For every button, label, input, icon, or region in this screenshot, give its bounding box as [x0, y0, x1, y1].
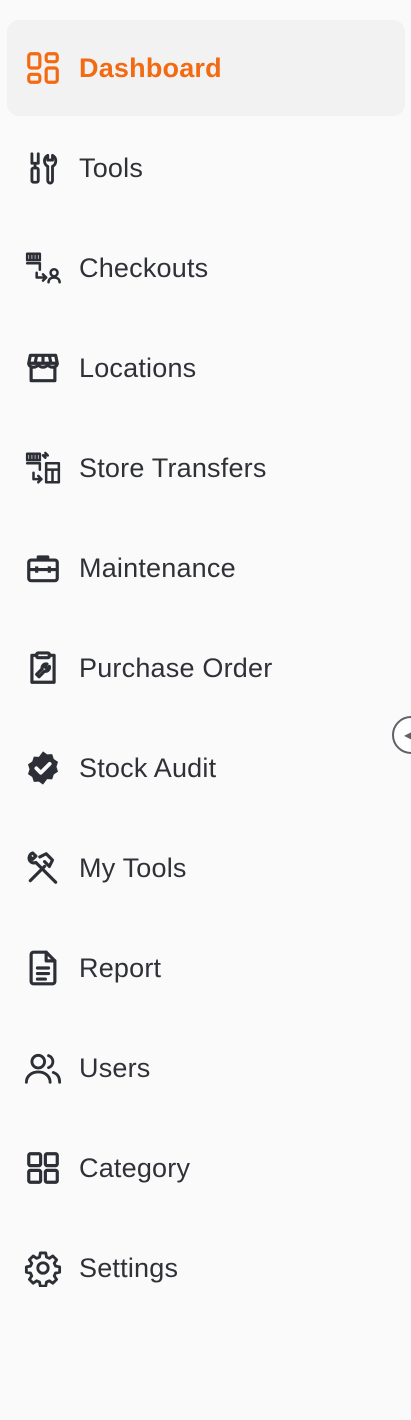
document-icon — [24, 949, 62, 987]
sidebar-item-label: Settings — [79, 1252, 179, 1283]
sidebar-item-locations[interactable]: Locations — [7, 320, 405, 416]
grid-icon — [24, 1149, 62, 1187]
sidebar-item-settings[interactable]: Settings — [7, 1220, 405, 1316]
users-icon — [24, 1049, 62, 1087]
sidebar-item-stock-audit[interactable]: Stock Audit — [7, 720, 405, 816]
sidebar-item-label: Tools — [79, 152, 144, 183]
sidebar-item-label: Report — [79, 952, 162, 983]
sidebar-item-dashboard[interactable]: Dashboard — [7, 20, 405, 116]
sidebar-item-users[interactable]: Users — [7, 1020, 405, 1116]
sidebar-item-label: Store Transfers — [79, 452, 267, 483]
sidebar-item-checkouts[interactable]: Checkouts — [7, 220, 405, 316]
toolbox-icon — [24, 549, 62, 587]
sidebar-item-label: My Tools — [79, 852, 187, 883]
sidebar-item-label: Dashboard — [79, 52, 222, 83]
sidebar: Dashboard Tools Checkouts Locations Stor… — [0, 0, 411, 1420]
sidebar-item-label: Checkouts — [79, 252, 209, 283]
sidebar-item-label: Users — [79, 1052, 151, 1083]
sidebar-item-label: Locations — [79, 352, 197, 383]
sidebar-item-tools[interactable]: Tools — [7, 120, 405, 216]
checkouts-icon — [24, 249, 62, 287]
gear-icon — [24, 1249, 62, 1287]
sidebar-item-my-tools[interactable]: My Tools — [7, 820, 405, 916]
dashboard-icon — [24, 49, 62, 87]
sidebar-item-maintenance[interactable]: Maintenance — [7, 520, 405, 616]
hammer-wrench-icon — [24, 849, 62, 887]
sidebar-item-category[interactable]: Category — [7, 1120, 405, 1216]
sidebar-item-report[interactable]: Report — [7, 920, 405, 1016]
verified-badge-icon — [24, 749, 62, 787]
store-icon — [24, 349, 62, 387]
sidebar-item-label: Category — [79, 1152, 191, 1183]
sidebar-item-store-transfers[interactable]: Store Transfers — [7, 420, 405, 516]
sidebar-item-purchase-order[interactable]: Purchase Order — [7, 620, 405, 716]
sidebar-item-label: Stock Audit — [79, 752, 217, 783]
sidebar-nav: Dashboard Tools Checkouts Locations Stor… — [7, 20, 405, 1320]
sidebar-item-label: Purchase Order — [79, 652, 273, 683]
sidebar-item-label: Maintenance — [79, 552, 236, 583]
clipboard-wrench-icon — [24, 649, 62, 687]
store-transfer-icon — [24, 449, 62, 487]
tools-icon — [24, 149, 62, 187]
chevron-left-icon: ◀ — [404, 728, 411, 742]
